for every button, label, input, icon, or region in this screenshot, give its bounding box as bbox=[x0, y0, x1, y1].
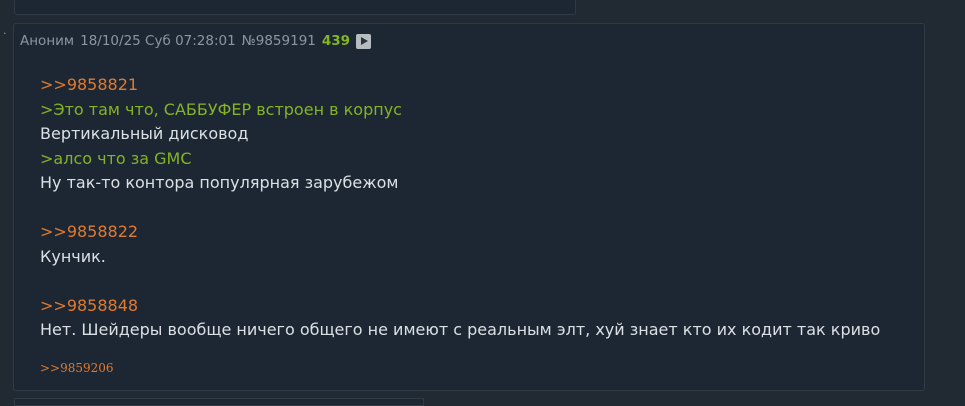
greentext-quote: >алсо что за GMC bbox=[40, 148, 192, 168]
post-text-line: Ну так-то контора популярная зарубежом bbox=[40, 173, 399, 192]
post-date: 18/10/25 Суб 07:28:01 bbox=[80, 33, 236, 49]
post-number[interactable]: №9859191 bbox=[242, 33, 316, 49]
post-text-line: Нет. Шейдеры вообще ничего общего не име… bbox=[40, 320, 881, 339]
reply-link[interactable]: >>9858848 bbox=[40, 294, 880, 319]
next-post-fragment bbox=[14, 398, 424, 406]
reply-count-badge: 439 bbox=[321, 33, 351, 49]
previous-post-fragment bbox=[14, 0, 576, 15]
post-header: Аноним 18/10/25 Суб 07:28:01 №9859191 43… bbox=[20, 32, 377, 50]
post-text-line: Кунчик. bbox=[40, 246, 106, 266]
greentext-quote: >Это там что, САББУФЕР встроен в корпус bbox=[40, 99, 402, 119]
post-author: Аноним bbox=[20, 33, 75, 49]
reply-link[interactable]: >>9858821 bbox=[40, 73, 880, 98]
post-body: >>9858821 >Это там что, САББУФЕР встроен… bbox=[40, 73, 880, 343]
post-text-line: Вертикальный дисковод bbox=[40, 124, 249, 143]
post-marker: · bbox=[3, 27, 7, 40]
reply-link[interactable]: >>9858822 bbox=[40, 220, 880, 245]
backlink[interactable]: >>9859206 bbox=[40, 361, 114, 375]
post: Аноним 18/10/25 Суб 07:28:01 №9859191 43… bbox=[13, 23, 925, 391]
play-icon[interactable] bbox=[356, 33, 372, 49]
